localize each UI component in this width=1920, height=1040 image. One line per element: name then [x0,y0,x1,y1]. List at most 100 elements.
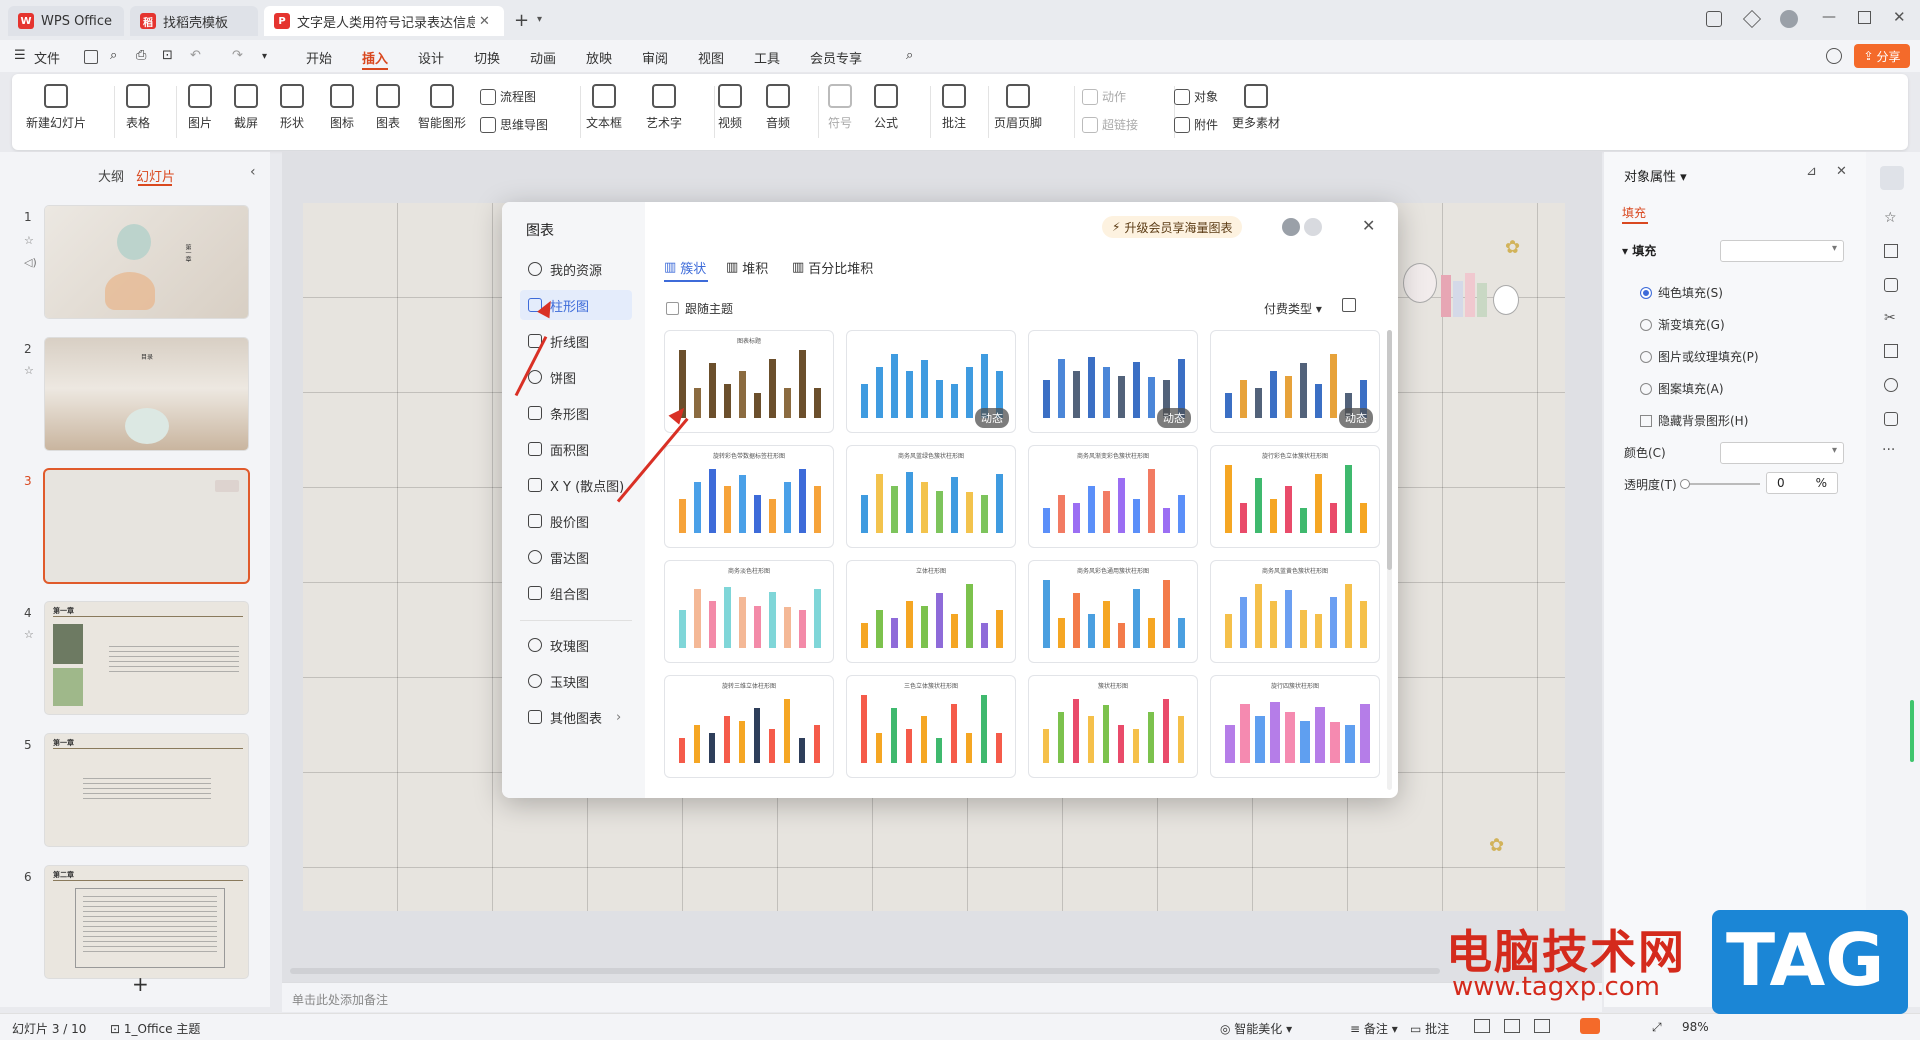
side-stock-chart[interactable]: 股价图 [520,506,632,536]
book-icon[interactable] [1884,344,1898,358]
menu-file[interactable]: 文件 [34,48,60,67]
transparency-slider[interactable] [1680,479,1760,489]
menu-home[interactable]: 开始 [306,48,332,67]
picture-button[interactable]: 图片 [188,84,212,131]
image-icon[interactable] [1884,278,1898,292]
menu-view[interactable]: 视图 [698,48,724,67]
follow-theme-checkbox[interactable]: 跟随主题 [666,300,733,317]
menu-slideshow[interactable]: 放映 [586,48,612,67]
side-area-chart[interactable]: 面积图 [520,434,632,464]
smart-beautify-button[interactable]: ◎ 智能美化 ▾ [1220,1020,1292,1037]
chart-template-card[interactable]: 商务风渐变彩色簇状柱形图 [1028,445,1198,548]
object-button[interactable]: 对象 [1174,88,1218,105]
slide-thumbnail-3[interactable] [45,470,248,582]
fit-icon[interactable]: ⤢ [1652,1020,1662,1035]
table-button[interactable]: 表格 [126,84,150,131]
radio-solid-fill[interactable]: 纯色填充(S) [1640,284,1723,301]
side-bar-chart[interactable]: 条形图 [520,398,632,428]
zoom-level[interactable]: 98% [1682,1020,1709,1034]
avatar[interactable] [1780,10,1798,28]
side-pie-chart[interactable]: 饼图 [520,362,632,392]
more-materials-button[interactable]: 更多素材 [1232,84,1280,131]
fill-color-select[interactable]: ▾ [1720,240,1844,262]
chart-template-card[interactable]: 立体柱形图 [846,560,1016,663]
menu-insert[interactable]: 插入 [362,48,388,67]
smart-graphic-button[interactable]: 智能图形 [418,84,466,131]
slider-handle[interactable] [1680,479,1690,489]
avatar[interactable] [1282,218,1300,236]
new-slide-button[interactable]: 新建幻灯片 [26,84,86,131]
chart-template-card[interactable]: 商务风彩色通用簇状柱形图 [1028,560,1198,663]
close-icon[interactable]: ✕ [1836,164,1847,179]
symbol-button[interactable]: 符号 [828,84,852,131]
cube-icon[interactable] [1742,9,1762,29]
slide-thumbnail-6[interactable]: 第二章 [45,866,248,978]
scrollbar-track[interactable] [1387,330,1392,790]
menu-tools[interactable]: 工具 [754,48,780,67]
icon-button[interactable]: 图标 [330,84,354,131]
chart-button[interactable]: 图表 [376,84,400,131]
action-button[interactable]: 动作 [1082,88,1126,105]
section-fill[interactable]: ▾ 填充 [1622,242,1656,259]
chart-template-card[interactable]: 商务风蓝绿色簇状柱形图 [846,445,1016,548]
chart-template-card[interactable]: 图表标题 [664,330,834,433]
color-select[interactable]: ▾ [1720,442,1844,464]
screenshot-button[interactable]: 截屏 [234,84,258,131]
layout-icon[interactable] [1706,11,1722,27]
share-screen-icon[interactable] [1884,412,1898,426]
pay-type-dropdown[interactable]: 付费类型 ▾ [1264,300,1322,317]
undo-icon[interactable]: ↶ [190,48,201,63]
tab-slides[interactable]: 幻灯片 [136,166,175,185]
window-close-icon[interactable]: ✕ [1893,8,1906,26]
side-my-resources[interactable]: 我的资源 [520,254,632,284]
slide-thumbnail-4[interactable]: 第一章 [45,602,248,714]
normal-view-icon[interactable] [1474,1019,1490,1033]
hamburger-icon[interactable]: ☰ [14,48,26,63]
comment-toggle[interactable]: ▭ 批注 [1410,1020,1449,1037]
save-icon[interactable] [84,50,98,64]
maximize-icon[interactable] [1858,11,1871,24]
hyperlink-button[interactable]: 超链接 [1082,116,1138,133]
slide-thumbnail-5[interactable]: 第一章 [45,734,248,846]
video-button[interactable]: 视频 [718,84,742,131]
chart-template-card[interactable]: 簇状柱形图 [1028,675,1198,778]
menu-transition[interactable]: 切换 [474,48,500,67]
wordart-button[interactable]: 艺术字 [646,84,682,131]
chart-template-card[interactable]: 商务风蓝黄色簇状柱形图 [1210,560,1380,663]
menu-review[interactable]: 审阅 [642,48,668,67]
notes-toggle[interactable]: ≡ 备注 ▾ [1350,1020,1398,1037]
tab-docer-template[interactable]: 稻 找稻壳模板 [130,6,258,36]
share-button[interactable]: ⇪ 分享 [1854,44,1910,68]
chart-template-card[interactable]: 动态 [1210,330,1380,433]
find-icon[interactable]: ⊡ [162,48,173,63]
horizontal-scrollbar[interactable] [290,968,1440,974]
new-tab-icon[interactable]: + [514,10,529,31]
dialog-close-icon[interactable]: ✕ [1362,216,1375,235]
play-icon[interactable] [1580,1018,1600,1034]
attachment-button[interactable]: 附件 [1174,116,1218,133]
star-icon[interactable]: ☆ [24,234,34,247]
print-icon[interactable]: ⎙ [136,48,146,63]
sorter-view-icon[interactable] [1504,1019,1520,1033]
side-jade-chart[interactable]: 玉玦图 [520,666,632,696]
redo-icon[interactable]: ↷ [232,48,243,63]
slide-thumbnail-1[interactable]: 第一章 [45,206,248,318]
star-icon[interactable]: ☆ [24,364,34,377]
collapse-icon[interactable]: ‹ [250,164,256,180]
pin-icon[interactable]: ⊿ [1806,164,1817,179]
subtab-clustered[interactable]: ▥ 簇状 [664,258,706,277]
flowchart-button[interactable]: 流程图 [480,88,536,105]
tools-icon[interactable]: ✂ [1884,310,1896,326]
chart-template-card[interactable]: 动态 [846,330,1016,433]
star-icon[interactable]: ☆ [1884,210,1897,226]
chevron-down-icon[interactable]: ▾ [537,14,542,25]
transparency-input[interactable]: 0 % [1766,472,1838,494]
side-combo-chart[interactable]: 组合图 [520,578,632,608]
chart-template-card[interactable]: 旋转彩色带数据标签柱形图 [664,445,834,548]
search-icon[interactable]: ⌕ [906,48,913,63]
chart-template-card[interactable]: 三色立体簇状柱形图 [846,675,1016,778]
close-icon[interactable]: ✕ [479,14,490,29]
chart-template-card[interactable]: 商务淡色柱形图 [664,560,834,663]
menu-animation[interactable]: 动画 [530,48,556,67]
chevron-down-icon[interactable]: ▾ [262,51,267,62]
